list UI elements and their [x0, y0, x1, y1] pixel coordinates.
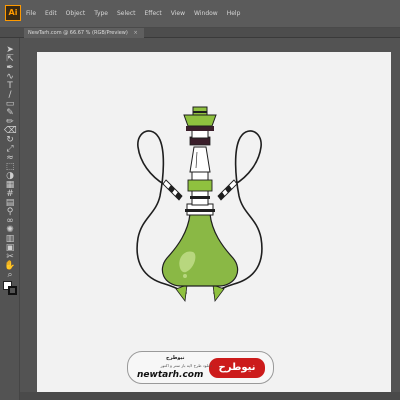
status-bar — [20, 392, 400, 400]
artboard[interactable] — [37, 52, 391, 396]
newtarh-logo: نیوطرح — [209, 358, 265, 378]
menu-effect[interactable]: Effect — [145, 0, 162, 28]
illustrator-logo-icon: Ai — [5, 5, 21, 21]
menu-select[interactable]: Select — [117, 0, 136, 28]
hookah-illustration — [136, 106, 263, 303]
watermark-tagline: دانلود طرح لایه باز ستر و اکتور — [160, 363, 213, 368]
watermark-brand-name: نیوطرح — [166, 355, 185, 361]
right-mouthpiece — [212, 284, 225, 303]
menu-type[interactable]: Type — [94, 0, 108, 28]
base-collar-band — [185, 209, 215, 212]
close-icon[interactable]: × — [133, 30, 137, 36]
left-mouthpiece — [175, 284, 188, 303]
watermark-url: newtarh.com — [137, 370, 204, 380]
menu-bar: Ai File Edit Object Type Select Effect V… — [0, 0, 400, 28]
hookah-stem — [187, 146, 213, 206]
newtarh-watermark: نیوطرح نیوطرح دانلود طرح لایه باز ستر و … — [127, 351, 274, 384]
menu-object[interactable]: Object — [66, 0, 86, 28]
tools-panel: ➤ ⇱ ✒ ∿ T / ▭ ✎ ✏ ⌫ ↻ ⤢ ≈ ⬚ ◑ ▦ # ▤ ⚲ ∞ ✺ ▥ ▣ ✂ ✋ ⌕ — [0, 38, 20, 400]
menu-edit[interactable]: Edit — [45, 0, 57, 28]
menu-view[interactable]: View — [171, 0, 185, 28]
menu-window[interactable]: Window — [194, 0, 218, 28]
document-tab-title: NewTarh.com @ 66.67 % (RGB/Preview) — [28, 30, 128, 36]
document-tab-bar: NewTarh.com @ 66.67 % (RGB/Preview) × — [0, 28, 400, 38]
menu-help[interactable]: Help — [227, 0, 241, 28]
document-tab[interactable]: NewTarh.com @ 66.67 % (RGB/Preview) × — [24, 28, 144, 38]
right-hose-port — [217, 179, 238, 201]
menu-file[interactable]: File — [26, 0, 36, 28]
water-bowl — [161, 213, 239, 287]
zoom-tool-icon[interactable]: ⌕ — [4, 269, 16, 281]
stroke-color-swatch[interactable] — [8, 286, 17, 295]
newtarh-logo-text: نیوطرح — [218, 362, 256, 373]
hookah-head — [183, 106, 217, 146]
menu-items: File Edit Object Type Select Effect View… — [26, 0, 240, 28]
left-hose-port — [162, 179, 183, 201]
